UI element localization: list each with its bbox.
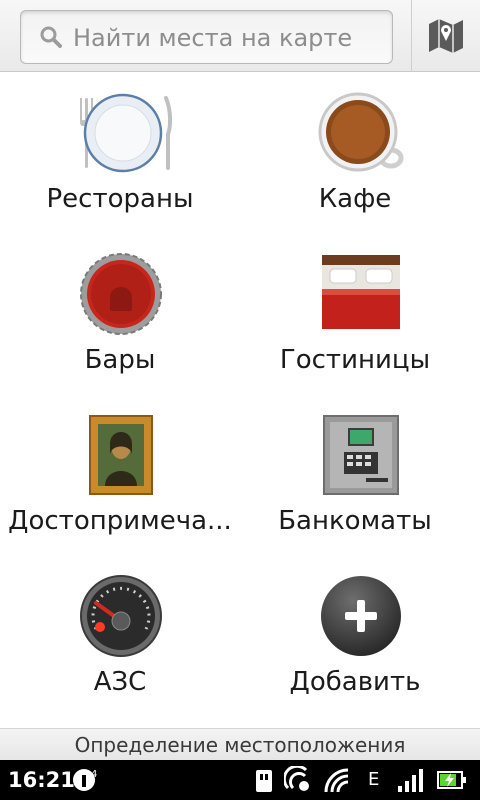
search-icon: [40, 26, 62, 48]
search-field[interactable]: Найти места на карте: [20, 10, 393, 64]
usb-icon: [256, 770, 272, 792]
system-status-bar: 16:21 4 E: [0, 760, 480, 800]
category-bars[interactable]: Бары: [0, 233, 240, 395]
category-atms[interactable]: Банкоматы: [240, 394, 480, 556]
network-type: E: [368, 769, 380, 790]
category-add[interactable]: Добавить: [240, 555, 480, 717]
map-icon: [429, 19, 463, 53]
location-status-bar: Определение местоположения: [0, 728, 480, 760]
coffee-cup-icon: [318, 92, 404, 172]
category-cafe[interactable]: Кафе: [240, 72, 480, 234]
category-label: Достопримеча...: [8, 506, 232, 536]
category-label: Рестораны: [46, 184, 194, 214]
search-input[interactable]: Найти места на карте: [73, 11, 352, 65]
category-label: Бары: [84, 345, 156, 375]
category-label: Гостиницы: [279, 345, 431, 375]
category-grid: Рестораны Кафе Бары Гостиницы Достоприме…: [0, 72, 480, 728]
signal-icon: [398, 769, 423, 792]
clock: 16:21: [8, 768, 75, 792]
notification-icon: 4: [73, 769, 97, 791]
map-button[interactable]: [412, 0, 480, 72]
svg-text:4: 4: [91, 769, 97, 780]
category-label: Банкоматы: [278, 506, 432, 536]
category-attractions[interactable]: Достопримеча...: [0, 394, 240, 556]
painting-icon: [89, 415, 153, 495]
location-status-text: Определение местоположения: [74, 733, 406, 757]
bottle-cap-icon: [80, 253, 162, 335]
category-restaurants[interactable]: Рестораны: [0, 72, 240, 234]
battery-charging-icon: [437, 771, 466, 789]
plate-icon: [80, 93, 173, 173]
add-icon: [321, 576, 401, 656]
sync-icon: [284, 766, 309, 791]
bed-icon: [322, 255, 400, 329]
fuel-gauge-icon: [80, 575, 162, 657]
top-bar: Найти места на карте: [0, 0, 480, 72]
category-hotels[interactable]: Гостиницы: [240, 233, 480, 395]
category-gas-stations[interactable]: АЗС: [0, 555, 240, 717]
wifi-icon: [324, 768, 349, 793]
category-label: Добавить: [289, 667, 421, 697]
atm-icon: [323, 415, 399, 495]
category-label: Кафе: [318, 184, 392, 214]
category-label: АЗС: [93, 667, 147, 697]
